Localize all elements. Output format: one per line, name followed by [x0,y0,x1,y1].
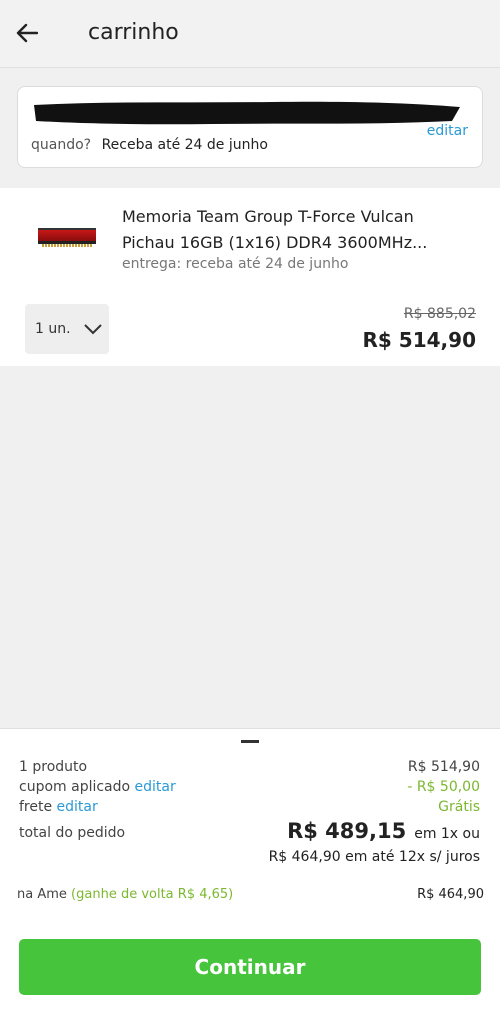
product-delivery: entrega: receba até 24 de junho [122,256,349,272]
ame-label: na Ame [17,887,67,902]
redacted-address [34,101,460,125]
quantity-value: 1 un. [35,321,71,337]
when-value: Receba até 24 de junho [101,137,268,153]
total-label: total do pedido [19,825,126,841]
ame-row: na Ame (ganhe de volta R$ 4,65) R$ 464,9… [17,887,484,902]
products-label: 1 produto [19,759,88,775]
drag-handle[interactable] [241,740,259,743]
products-value: R$ 514,90 [407,759,480,775]
delivery-address-card[interactable]: editar quando? Receba até 24 de junho [17,86,483,168]
installments-text: R$ 464,90 em até 12x s/ juros [268,849,480,865]
original-price: R$ 885,02 [403,306,476,322]
app-header: carrinho [0,0,500,68]
back-button[interactable] [10,16,44,50]
when-label: quando? [31,137,92,153]
arrow-left-icon [16,23,38,43]
shipping-label: frete [19,799,53,815]
page-title: carrinho [88,20,179,45]
chevron-down-icon [83,324,102,335]
order-summary: 1 produto R$ 514,90 cupom aplicado edita… [0,728,500,1012]
coupon-value: - R$ 50,00 [407,779,480,795]
cart-item: Memoria Team Group T-Force Vulcan Pichau… [0,188,500,366]
edit-address-link[interactable]: editar [427,123,468,139]
edit-shipping-link[interactable]: editar [57,799,98,815]
product-title[interactable]: Memoria Team Group T-Force Vulcan Pichau… [122,204,462,256]
coupon-label: cupom aplicado [19,779,131,795]
quantity-select[interactable]: 1 un. [25,304,109,354]
continue-button[interactable]: Continuar [19,939,481,995]
ame-cashback: (ganhe de volta R$ 4,65) [71,887,234,902]
product-image[interactable] [38,228,96,247]
shipping-value: Grátis [438,799,480,815]
total-suffix: em 1x ou [414,826,480,842]
current-price: R$ 514,90 [362,328,476,352]
ame-value: R$ 464,90 [417,887,484,902]
edit-coupon-link[interactable]: editar [135,779,176,795]
delivery-estimate: quando? Receba até 24 de junho [31,137,268,153]
total-value: R$ 489,15 [287,819,407,843]
